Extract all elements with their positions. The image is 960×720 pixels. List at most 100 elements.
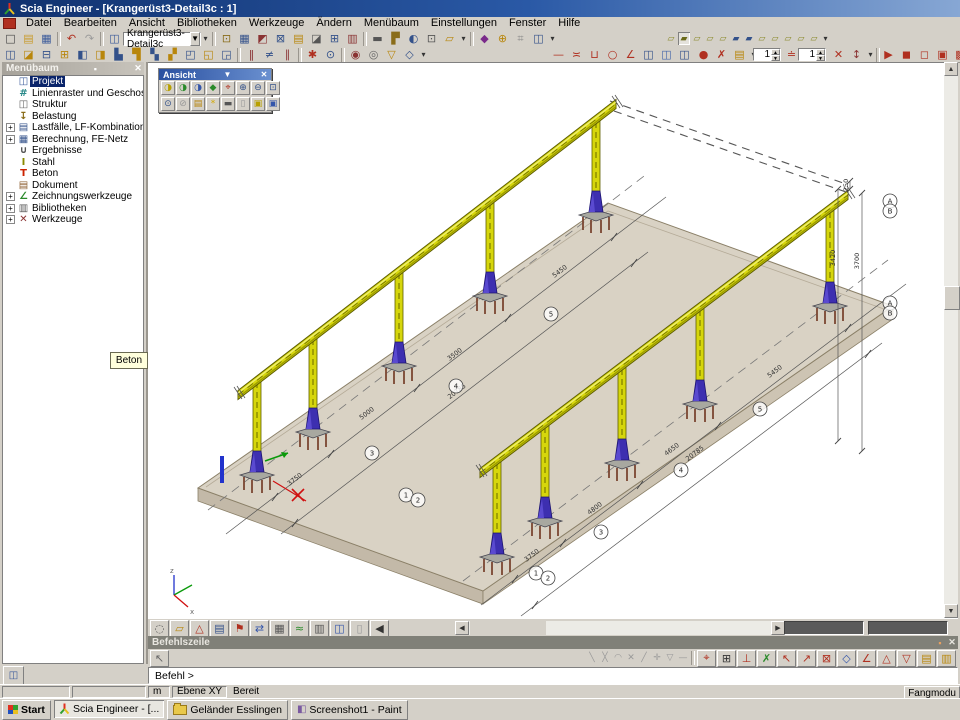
zoom-window-icon[interactable]: ⊡ bbox=[266, 81, 280, 95]
beam-icon[interactable]: ◪ bbox=[20, 47, 37, 62]
link-icon[interactable]: ◫ bbox=[530, 31, 547, 46]
open-project-icon[interactable]: ▤ bbox=[20, 31, 37, 46]
point-icon[interactable]: △ bbox=[190, 620, 209, 637]
snap-origin-icon[interactable]: ⌖ bbox=[697, 650, 716, 667]
snap-cancel-icon[interactable]: ✗ bbox=[757, 650, 776, 667]
expand-icon[interactable]: + bbox=[6, 135, 15, 144]
column-member[interactable] bbox=[296, 336, 330, 450]
print-pic-icon[interactable]: ▦ bbox=[270, 620, 289, 637]
menu-item-fenster[interactable]: Fenster bbox=[503, 17, 552, 30]
grid-icon[interactable]: ▦ bbox=[236, 31, 253, 46]
wireframe-icon[interactable]: ▯ bbox=[236, 97, 250, 111]
model-viewport[interactable]: 3750500035005450207851234537504800465054… bbox=[148, 62, 944, 618]
layers-icon[interactable]: ⊡ bbox=[218, 31, 235, 46]
render-icon[interactable]: ◩ bbox=[254, 31, 271, 46]
intersection-icon[interactable]: ✱ bbox=[304, 47, 321, 62]
view-persp-icon[interactable]: ▱ bbox=[756, 32, 768, 45]
column-member[interactable] bbox=[382, 270, 416, 384]
close-project-icon[interactable]: ◫ bbox=[106, 31, 123, 46]
light-icon[interactable]: * bbox=[206, 97, 220, 111]
menu-item-men-baum[interactable]: Menübaum bbox=[358, 17, 425, 30]
redo-icon[interactable]: ↷ bbox=[81, 31, 98, 46]
snap-plus-icon[interactable]: ✛ bbox=[651, 652, 663, 665]
preview-icon[interactable]: ▛ bbox=[387, 31, 404, 46]
undo-icon[interactable]: ↶ bbox=[63, 31, 80, 46]
clipboard-icon[interactable]: ⌗ bbox=[512, 31, 529, 46]
weld-icon[interactable]: ▽ bbox=[383, 47, 400, 62]
snap-settings-icon[interactable]: ▥ bbox=[937, 650, 956, 667]
column-icon[interactable]: ⊟ bbox=[38, 47, 55, 62]
scroll-left-icon[interactable]: ◀ bbox=[455, 621, 469, 635]
menu-item-einstellungen[interactable]: Einstellungen bbox=[425, 17, 503, 30]
output-dropdown-icon[interactable]: ▾ bbox=[459, 31, 468, 46]
view-left-icon[interactable]: ▱ bbox=[691, 32, 703, 45]
subsoil-icon[interactable]: ◲ bbox=[218, 47, 235, 62]
new-document-icon[interactable]: □ bbox=[2, 31, 19, 46]
snap-diag-icon[interactable]: ╱ bbox=[638, 652, 650, 665]
mdi-child-icon[interactable] bbox=[3, 18, 16, 29]
new-layer-icon[interactable]: ▤ bbox=[731, 47, 748, 62]
view-top-icon[interactable]: ▱ bbox=[717, 32, 729, 45]
pin-icon[interactable]: ▪ bbox=[89, 64, 101, 74]
delete-node-icon[interactable]: ● bbox=[695, 47, 712, 62]
sidebar-item-beton[interactable]: TBeton bbox=[3, 168, 143, 180]
view-front-icon[interactable]: ▱ bbox=[665, 32, 677, 45]
task-scia-engineer[interactable]: Scia Engineer - [... bbox=[54, 700, 164, 718]
horizontal-scrollbar[interactable]: ◀ ▶ bbox=[455, 621, 785, 635]
plate-icon[interactable]: ⊞ bbox=[56, 47, 73, 62]
view-iso4-icon[interactable]: ▱ bbox=[808, 32, 820, 45]
view-settings-icon[interactable]: ▣ bbox=[266, 97, 280, 111]
sidebar-item-bibliotheken[interactable]: +▥Bibliotheken bbox=[3, 203, 143, 215]
menu-item-werkzeuge[interactable]: Werkzeuge bbox=[243, 17, 310, 30]
close-icon[interactable]: ✕ bbox=[132, 63, 144, 74]
stretch-icon[interactable]: ↕ bbox=[848, 47, 865, 62]
snap-endpoint-icon[interactable]: ↖ bbox=[777, 650, 796, 667]
save-icon[interactable]: ▦ bbox=[38, 31, 55, 46]
scroll-down-icon[interactable]: ▼ bbox=[944, 604, 958, 618]
multicopy-icon[interactable]: ◫ bbox=[658, 47, 675, 62]
xz-view-icon[interactable]: ◑ bbox=[191, 81, 205, 95]
snap-perp-icon[interactable]: ⊥ bbox=[737, 650, 756, 667]
snap-cross-icon[interactable]: ╳ bbox=[599, 652, 611, 665]
view-right-icon[interactable]: ▱ bbox=[704, 32, 716, 45]
xy-view-icon[interactable]: ◑ bbox=[176, 81, 190, 95]
vertical-scrollbar[interactable]: ▲ ▼ bbox=[944, 62, 958, 618]
pause-icon[interactable]: ◻ bbox=[916, 47, 933, 62]
command-input[interactable]: Befehl > bbox=[148, 667, 958, 684]
mesh-icon[interactable]: ⊞ bbox=[326, 31, 343, 46]
zoom-all-icon[interactable]: ⊙ bbox=[161, 97, 175, 111]
column-member[interactable] bbox=[579, 119, 613, 233]
snap-tangent-icon[interactable]: △ bbox=[877, 650, 896, 667]
project-list-dropdown-icon[interactable]: ▾ bbox=[201, 31, 210, 46]
yz-view-icon[interactable]: ◆ bbox=[206, 81, 220, 95]
edit-view-params-icon[interactable]: ▤ bbox=[191, 97, 205, 111]
scroll-right-icon[interactable]: ▶ bbox=[771, 621, 785, 635]
elevation-icon[interactable]: ⊔ bbox=[586, 47, 603, 62]
snap-midpoint-icon[interactable]: ↗ bbox=[797, 650, 816, 667]
snap-delete-icon[interactable]: ✕ bbox=[625, 652, 637, 665]
task-gelaender-esslingen[interactable]: Geländer Esslingen bbox=[167, 700, 288, 720]
section-icon[interactable]: ◪ bbox=[308, 31, 325, 46]
haunch-icon[interactable]: ▙ bbox=[110, 47, 127, 62]
snap-layer-icon[interactable]: ▤ bbox=[917, 650, 936, 667]
window-titlebar[interactable]: Scia Engineer - [Krangerüst3-Detail3c : … bbox=[0, 0, 960, 17]
calculator-icon[interactable]: ◆ bbox=[476, 31, 493, 46]
shaded-view-icon[interactable]: ▬ bbox=[221, 97, 235, 111]
sidebar-item-belastung[interactable]: ↧Belastung bbox=[3, 111, 143, 123]
structure-dropdown-icon[interactable]: ▾ bbox=[419, 47, 428, 62]
activity-spinner[interactable]: 1 ▲▼ bbox=[753, 48, 781, 61]
view-back-icon[interactable]: ▰ bbox=[678, 32, 690, 45]
collapse-arrow-icon[interactable]: ◀ bbox=[370, 620, 389, 637]
snap-angle-icon[interactable]: ∠ bbox=[857, 650, 876, 667]
menubaum-panel-header[interactable]: Menübaum ▪ ✕ bbox=[2, 62, 144, 75]
shell-icon[interactable]: ▞ bbox=[164, 47, 181, 62]
sidebar-item-projekt[interactable]: ◫Projekt bbox=[3, 76, 143, 88]
combo-arrow-icon[interactable]: ▼ bbox=[190, 32, 200, 46]
circle-dim-icon[interactable]: ○ bbox=[604, 47, 621, 62]
link-dropdown-icon[interactable]: ▾ bbox=[548, 31, 557, 46]
project-combo[interactable]: Krangerüst3-Detail3c ▼ bbox=[123, 32, 201, 46]
panel-bottom-tab[interactable]: ◫ bbox=[3, 666, 24, 685]
combi-icon[interactable]: ▩ bbox=[952, 47, 960, 62]
expand-icon[interactable]: + bbox=[6, 192, 15, 201]
dimension-line-icon[interactable]: — bbox=[550, 47, 567, 62]
